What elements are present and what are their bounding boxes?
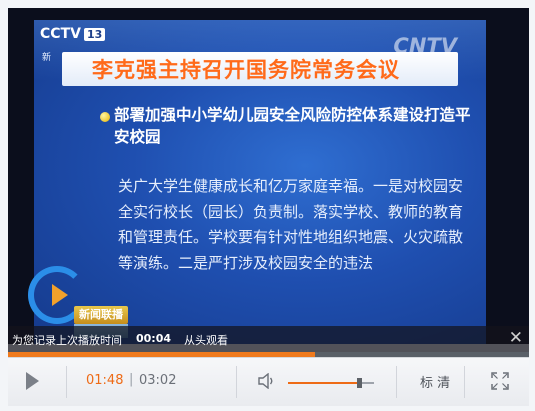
channel-xin: 新 [42, 53, 52, 63]
bullet-icon [100, 112, 110, 122]
volume-slider[interactable] [288, 378, 374, 388]
video-area[interactable]: CCTV 13 新 CNTV 李克强主持召开国务院常务会议 部署加强中小学幼儿园安… [8, 8, 529, 344]
volume-handle[interactable] [356, 378, 362, 388]
time-divider: | [129, 372, 134, 387]
resume-time: 00:04 [136, 332, 172, 345]
resume-bar: 为您记录上次播放时间 00:04 从头观看 ✕ [8, 326, 529, 352]
headline-text: 李克强主持召开国务院常务会议 [92, 58, 400, 82]
fullscreen-icon[interactable] [491, 372, 509, 390]
separator [396, 366, 397, 398]
separator [236, 366, 237, 398]
current-time: 01:48 [86, 373, 124, 388]
channel-logo-text: CCTV [40, 26, 81, 42]
news-program-tag: 新闻联播 [74, 306, 128, 324]
channel-number: 13 [83, 28, 106, 41]
volume-fill [288, 382, 359, 384]
volume-icon[interactable] [258, 373, 276, 389]
channel-logo: CCTV 13 [40, 26, 106, 42]
player-frame: CCTV 13 新 CNTV 李克强主持召开国务院常务会议 部署加强中小学幼儿园安… [0, 0, 535, 411]
restart-link[interactable]: 从头观看 [184, 332, 228, 348]
total-time: 03:02 [139, 373, 177, 388]
resume-label: 为您记录上次播放时间 [12, 334, 122, 347]
quality-button[interactable]: 标 清 [420, 372, 450, 391]
control-bar: 01:48 | 03:02 标 清 [8, 357, 529, 406]
separator [66, 366, 67, 398]
body-text: 关广大学生健康成长和亿万家庭幸福。一是对校园安全实行校长（园长）负责制。落实学校… [118, 177, 464, 272]
separator [464, 366, 465, 398]
bullet-text: 部署加强中小学幼儿园安全风险防控体系建设打造平安校园 [114, 106, 471, 146]
close-icon[interactable]: ✕ [509, 328, 523, 348]
play-icon[interactable] [26, 372, 39, 390]
cctv-play-icon [52, 284, 68, 306]
